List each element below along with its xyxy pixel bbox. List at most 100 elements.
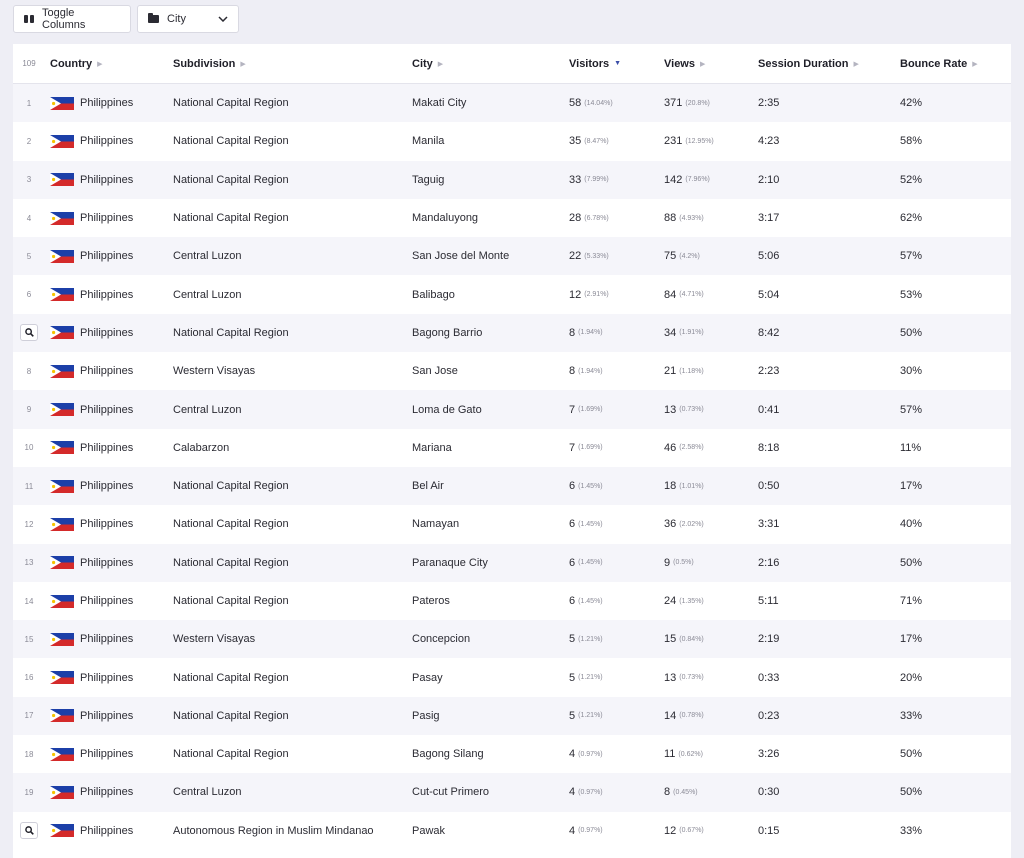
philippines-flag-icon	[50, 134, 74, 148]
cell-views: 14 (0.78%)	[664, 697, 754, 735]
table-row[interactable]: 3 Philippines National Capital Region Tagui…	[13, 160, 1011, 199]
table-row[interactable]: 1 Philippines National Capital Region Makat…	[13, 84, 1011, 123]
views-value: 46	[664, 441, 677, 454]
table-row[interactable]: 12 Philippines National Capital Region Nama…	[13, 505, 1011, 543]
country-name: Philippines	[80, 786, 134, 799]
row-index-label: 12	[24, 519, 34, 529]
table-header: 109 Country ▶ Subdivision ▶ City ▶ Visit…	[13, 44, 1011, 84]
country-name: Philippines	[80, 633, 134, 646]
visitors-value: 6	[569, 480, 576, 493]
table-row[interactable]: 13 Philippines National Capital Region Para…	[13, 543, 1011, 582]
table-row[interactable]: 16 Philippines National Capital Region Pasa…	[13, 658, 1011, 696]
cell-visitors: 4 (0.97%)	[569, 735, 659, 773]
cell-visitors: 5 (1.21%)	[569, 697, 659, 735]
cell-city: Makati City	[412, 97, 467, 110]
cell-bounce-rate: 33%	[900, 824, 923, 837]
row-index-label: 9	[26, 405, 32, 415]
folder-icon	[148, 13, 159, 23]
cell-city: Bagong Silang	[412, 748, 484, 761]
header-views[interactable]: Views ▶	[664, 44, 754, 83]
table-row[interactable]: Philippines Autonomous Region in Muslim M…	[13, 812, 1011, 850]
cell-session-duration: 8:42	[758, 326, 780, 339]
cell-subdivision: Autonomous Region in Muslim Mindanao	[173, 824, 374, 837]
row-index: 17	[13, 697, 45, 735]
row-index-label: 1	[26, 98, 32, 108]
table-row[interactable]: 11 Philippines National Capital Region Bel …	[13, 466, 1011, 506]
cell-session-duration: 2:35	[758, 97, 780, 110]
table-row[interactable]: 15 Philippines Western Visayas Concepcion 5(…	[13, 620, 1011, 659]
cell-views: 75 (4.2%)	[664, 237, 754, 275]
country-name: Philippines	[80, 403, 134, 416]
philippines-flag-icon	[50, 173, 74, 187]
table-row[interactable]: 8 Philippines Western Visayas San Jose 8 (1.9…	[13, 352, 1011, 390]
views-value: 13	[664, 403, 677, 416]
cell-bounce-rate: 17%	[900, 480, 923, 493]
cell-bounce-rate: 50%	[900, 326, 923, 339]
views-percent: (0.84%)	[679, 635, 704, 643]
toggle-columns-label: Toggle Columns	[42, 7, 86, 31]
views-percent: (1.35%)	[679, 597, 704, 605]
row-index: 4	[13, 199, 45, 237]
header-bounce-rate[interactable]: Bounce Rate ▶	[900, 44, 1000, 83]
table-row[interactable]: 4 Philippines National Capital Region Manda…	[13, 199, 1011, 237]
cell-visitors: 7 (1.69%)	[569, 390, 659, 428]
visitors-value: 4	[569, 824, 576, 837]
header-city[interactable]: City ▶	[412, 44, 562, 83]
cell-country: Philippines	[50, 582, 170, 620]
dimension-select[interactable]: City	[137, 5, 239, 33]
header-session-duration[interactable]: Session Duration ▶	[758, 44, 888, 83]
views-value: 231	[664, 135, 683, 148]
table-row[interactable]: 18 Philippines National Capital Region Bago…	[13, 735, 1011, 773]
toggle-columns-button[interactable]: Toggle Columns	[13, 5, 131, 33]
cell-country: Philippines	[50, 352, 170, 390]
visitors-percent: (2.91%)	[584, 291, 609, 299]
views-value: 21	[664, 365, 677, 378]
row-index: 14	[13, 582, 45, 620]
country-name: Philippines	[80, 288, 134, 301]
cell-session-duration: 0:33	[758, 671, 780, 684]
cell-bounce-rate: 40%	[900, 518, 923, 531]
table-row[interactable]: 14 Philippines National Capital Region Pate…	[13, 582, 1011, 620]
philippines-flag-icon	[50, 709, 74, 723]
row-index-label: 16	[24, 673, 34, 683]
cell-bounce-rate: 53%	[900, 288, 923, 301]
header-subdivision[interactable]: Subdivision ▶	[173, 44, 408, 83]
table-row[interactable]: 2 Philippines National Capital Region Manil…	[13, 122, 1011, 160]
header-country[interactable]: Country ▶	[50, 44, 170, 83]
country-name: Philippines	[80, 709, 134, 722]
views-percent: (12.95%)	[685, 137, 714, 145]
views-percent: (0.67%)	[679, 827, 704, 835]
views-percent: (4.71%)	[679, 291, 704, 299]
visitors-percent: (1.69%)	[578, 444, 603, 452]
table-row[interactable]: 19 Philippines Central Luzon Cut-cut Primer…	[13, 773, 1011, 812]
cell-bounce-rate: 50%	[900, 748, 923, 761]
philippines-flag-icon	[50, 249, 74, 263]
cell-views: 21 (1.18%)	[664, 352, 754, 390]
magnifier-icon[interactable]	[20, 822, 38, 840]
views-value: 9	[664, 556, 671, 569]
country-name: Philippines	[80, 250, 134, 263]
cell-subdivision: Central Luzon	[173, 403, 242, 416]
cell-session-duration: 8:18	[758, 441, 780, 454]
views-value: 34	[664, 326, 677, 339]
triangle-right-icon: ▶	[972, 60, 978, 68]
cell-city: Pateros	[412, 595, 450, 607]
table-row[interactable]: 10 Philippines Calabarzon Mariana 7 (1.69%) 46…	[13, 429, 1011, 467]
header-visitors[interactable]: Visitors ▼	[569, 44, 659, 83]
cell-visitors: 28 (6.78%)	[569, 199, 659, 237]
views-value: 75	[664, 250, 677, 263]
magnifier-icon[interactable]	[20, 324, 38, 342]
table-row[interactable]: 5 Philippines Central Luzon San Jose del Mo…	[13, 237, 1011, 276]
cell-bounce-rate: 50%	[900, 556, 923, 569]
row-index	[13, 812, 45, 850]
row-index: 3	[13, 161, 45, 199]
table-row[interactable]: 17 Philippines National Capital Region Pasi…	[13, 696, 1011, 736]
cell-bounce-rate: 62%	[900, 212, 923, 225]
cell-views: 36 (2.02%)	[664, 505, 754, 543]
table-row[interactable]: Philippines National Capital Region Bagong…	[13, 313, 1011, 353]
table-row[interactable]: 9 Philippines Central Luzon Loma de Gato 7 (1…	[13, 390, 1011, 429]
table-row[interactable]: 6 Philippines Central Luzon Balibago 12 (2.91…	[13, 275, 1011, 313]
country-name: Philippines	[80, 441, 134, 454]
visitors-value: 28	[569, 212, 582, 225]
philippines-flag-icon	[50, 517, 74, 531]
